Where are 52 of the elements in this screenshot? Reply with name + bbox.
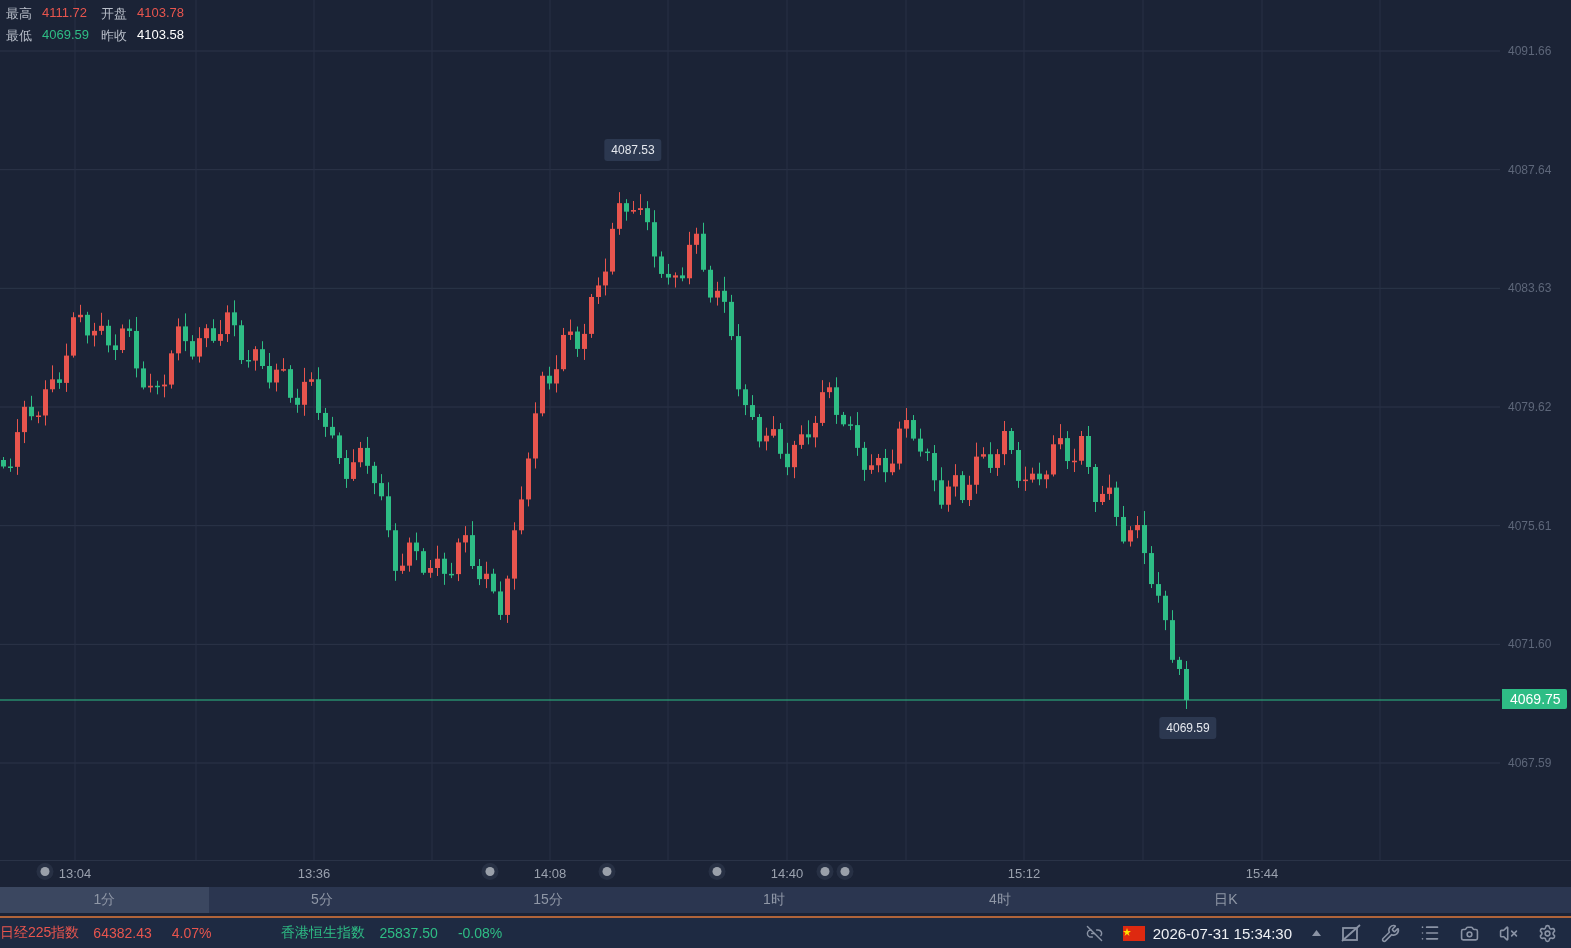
low-price-label: 4069.59	[1159, 717, 1217, 739]
event-marker[interactable]	[40, 867, 50, 876]
price-axis-label: 4083.63	[1508, 281, 1552, 296]
quote-value: 4069.59	[42, 27, 89, 44]
event-marker[interactable]	[602, 867, 612, 876]
quote-label: 最高	[6, 5, 32, 23]
datetime-text: 2026-07-31 15:34:30	[1152, 924, 1292, 942]
last-price-tag: 4069.75	[1502, 689, 1567, 709]
event-marker[interactable]	[840, 867, 850, 876]
screen-off-icon[interactable]	[1341, 924, 1361, 942]
time-axis-label: 15:12	[1007, 866, 1041, 881]
period-tab[interactable]: 1时	[661, 887, 887, 913]
index-name: 香港恒生指数	[281, 924, 366, 942]
time-axis-label: 13:36	[297, 866, 331, 881]
time-axis-label: 14:08	[533, 866, 567, 881]
high-price-label: 4087.53	[604, 139, 662, 161]
price-axis-label: 4075.61	[1508, 518, 1552, 533]
caret-icon[interactable]	[1312, 930, 1321, 936]
price-axis-label: 4087.64	[1508, 162, 1552, 177]
quote-label: 最低	[6, 27, 32, 45]
flag-icon	[1122, 925, 1145, 941]
time-axis-label: 14:40	[770, 866, 804, 881]
period-tab[interactable]: 5分	[209, 887, 435, 913]
period-tab[interactable]: 15分	[435, 887, 661, 913]
settings-icon[interactable]	[1538, 923, 1557, 943]
list-icon[interactable]	[1420, 923, 1440, 943]
quote-value: 4103.58	[137, 27, 184, 44]
quote-label: 开盘	[101, 5, 127, 23]
period-tab[interactable]: 4时	[887, 887, 1113, 913]
time-axis-label: 15:44	[1245, 866, 1279, 881]
index-change: 4.07%	[171, 925, 212, 941]
quote-label: 昨收	[101, 27, 127, 45]
index-change: -0.08%	[457, 925, 503, 941]
time-axis-label: 13:04	[58, 866, 92, 881]
index-value: 64382.43	[93, 925, 152, 941]
price-axis-label: 4079.62	[1508, 400, 1552, 414]
price-axis-label: 4091.66	[1508, 44, 1552, 58]
wrench-icon[interactable]	[1381, 923, 1400, 943]
price-axis-label: 4071.60	[1508, 637, 1552, 652]
period-tab[interactable]: 1分	[0, 887, 209, 913]
period-tab[interactable]: 日K	[1113, 887, 1339, 913]
event-marker[interactable]	[712, 867, 722, 876]
event-marker[interactable]	[485, 867, 495, 876]
event-marker[interactable]	[820, 867, 830, 876]
quote-value: 4103.78	[137, 5, 184, 22]
camera-icon[interactable]	[1460, 923, 1479, 943]
index-value: 25837.50	[379, 925, 438, 941]
price-axis-label: 4067.59	[1508, 756, 1552, 770]
unlink-icon[interactable]	[1085, 924, 1103, 942]
quote-value: 4111.72	[42, 5, 89, 22]
mute-icon[interactable]	[1499, 923, 1518, 943]
index-name: 日经225指数	[0, 924, 80, 942]
